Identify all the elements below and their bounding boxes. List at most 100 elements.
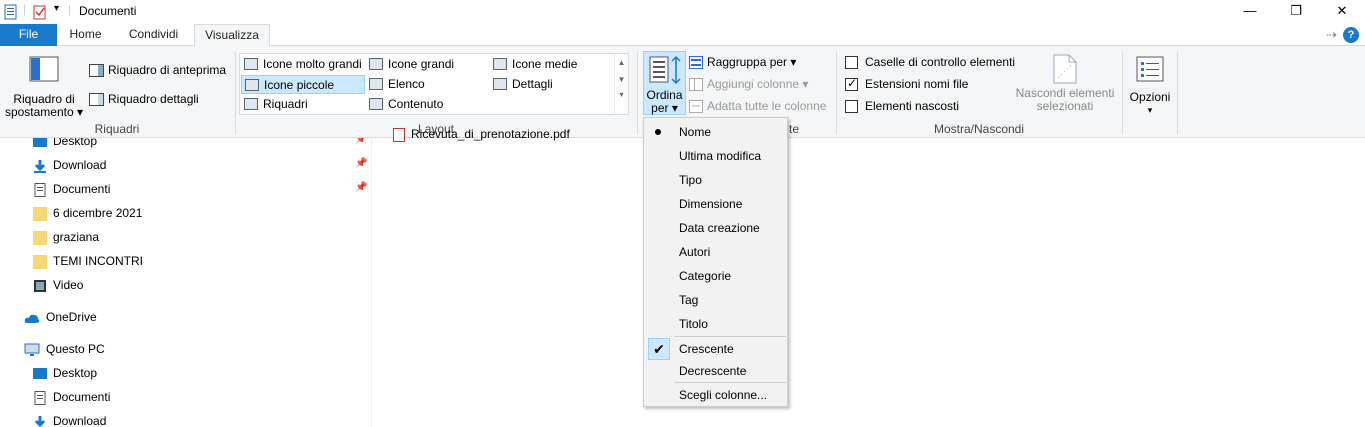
layout-small-icons[interactable]: Icone piccole <box>241 75 365 94</box>
ribbon-tabs: File Home Condividi Visualizza ⇢ ? <box>0 24 1365 47</box>
group-by-label: Raggruppa per ▾ <box>707 55 797 69</box>
nav-item-pc-download[interactable]: Download <box>33 411 106 427</box>
preview-pane-button[interactable]: Riquadro di anteprima <box>89 63 226 78</box>
nav-item-label: Desktop <box>53 138 98 148</box>
close-button[interactable]: ✕ <box>1319 0 1365 24</box>
layout-item-label: Dettagli <box>512 77 553 91</box>
hidden-items-toggle[interactable]: Elementi nascosti <box>845 99 960 114</box>
choose-columns[interactable]: Scegli colonne... <box>644 383 787 407</box>
nav-item-questo-pc[interactable]: Questo PC <box>24 339 105 359</box>
nav-item-pc-desktop[interactable]: Desktop <box>33 363 97 383</box>
details-pane-label: Riquadro dettagli <box>108 92 199 106</box>
navigation-pane-button[interactable]: Riquadro di spostamento ▾ <box>4 56 84 119</box>
sort-option-tipo[interactable]: Tipo <box>644 168 787 192</box>
folder-icon <box>33 254 47 269</box>
sort-option-ultima-modifica[interactable]: Ultima modifica <box>644 144 787 168</box>
gallery-expand-icon[interactable]: ▾ <box>615 90 628 99</box>
hidden-items-label: Elementi nascosti <box>865 99 960 113</box>
group-divider <box>1122 52 1123 134</box>
tab-file[interactable]: File <box>0 24 57 46</box>
pin-ribbon-icon[interactable]: ⇢ <box>1326 27 1337 43</box>
minimize-button[interactable]: — <box>1227 0 1273 24</box>
item-checkboxes-toggle[interactable]: Caselle di controllo elementi <box>845 55 1015 70</box>
tab-condividi[interactable]: Condividi <box>116 24 191 46</box>
options-icon <box>1136 56 1164 82</box>
sort-option-dimensione[interactable]: Dimensione <box>644 192 787 216</box>
add-columns-button[interactable]: Aggiungi colonne ▾ <box>689 77 809 92</box>
sort-option-categorie[interactable]: Categorie <box>644 264 787 288</box>
layout-large-icons[interactable]: Icone grandi <box>366 55 488 74</box>
computer-icon <box>24 343 40 356</box>
hidden-items-checkbox[interactable] <box>845 100 858 114</box>
sort-by-menu: Nome Ultima modifica Tipo Dimensione Dat… <box>643 117 788 407</box>
folder-icon <box>33 206 47 221</box>
size-columns-button[interactable]: Adatta tutte le colonne <box>689 99 826 114</box>
gallery-scroll[interactable]: ▲ ▼ ▾ <box>614 54 628 114</box>
item-checkboxes-checkbox[interactable] <box>845 56 858 70</box>
options-label: Opzioni <box>1129 90 1171 104</box>
file-list-item[interactable]: Ricevuta_di_prenotazione.pdf <box>393 127 570 147</box>
file-extensions-checkbox[interactable] <box>845 76 858 92</box>
group-label-riquadri: Riquadri <box>94 122 140 136</box>
menu-item-label: Categorie <box>679 269 732 283</box>
menu-item-label: Titolo <box>679 317 708 331</box>
sort-option-autori[interactable]: Autori <box>644 240 787 264</box>
layout-tiles[interactable]: Riquadri <box>241 95 365 114</box>
nav-item-documenti[interactable]: Documenti <box>33 179 110 199</box>
pin-icon[interactable]: 📌 <box>355 158 367 169</box>
customize-toolbar-chevron-icon[interactable]: ▾ <box>54 3 59 14</box>
file-extensions-toggle[interactable]: Estensioni nomi file <box>845 76 968 92</box>
menu-item-label: Decrescente <box>679 364 747 378</box>
nav-item-pc-documenti[interactable]: Documenti <box>33 387 110 407</box>
layout-item-label: Icone piccole <box>264 78 335 92</box>
sort-by-button[interactable]: Ordina per ▾ <box>643 51 686 115</box>
hide-selected-items-button[interactable]: Nascondi elementi selezionati <box>1010 54 1120 113</box>
layout-details[interactable]: Dettagli <box>490 75 612 94</box>
sort-descending[interactable]: Decrescente <box>644 359 787 383</box>
layout-list[interactable]: Elenco <box>366 75 488 94</box>
help-icon[interactable]: ? <box>1343 27 1359 43</box>
tab-visualizza[interactable]: Visualizza <box>194 24 270 47</box>
layout-item-label: Riquadri <box>263 97 308 111</box>
window-title: Documenti <box>79 4 137 18</box>
properties-icon[interactable] <box>33 4 47 23</box>
sort-option-data-creazione[interactable]: Data creazione <box>644 216 787 240</box>
layout-item-label: Elenco <box>388 77 425 91</box>
toolbar-divider: | <box>68 2 72 16</box>
documents-icon <box>34 390 46 405</box>
add-columns-label: Aggiungi colonne ▾ <box>707 77 809 91</box>
tab-home[interactable]: Home <box>58 24 113 46</box>
group-divider <box>1177 52 1178 134</box>
options-button[interactable]: Opzioni ▾ <box>1126 56 1174 117</box>
nav-item-label: TEMI INCONTRI <box>53 254 143 268</box>
scroll-up-icon[interactable]: ▲ <box>615 58 628 67</box>
nav-item-video[interactable]: Video <box>33 275 83 295</box>
layout-medium-icons[interactable]: Icone medie <box>490 55 612 74</box>
nav-item-onedrive[interactable]: OneDrive <box>24 307 97 327</box>
pin-icon[interactable]: 📌 <box>355 182 367 193</box>
pdf-file-icon <box>393 127 405 142</box>
layout-item-label: Icone molto grandi <box>263 57 362 71</box>
sort-option-titolo[interactable]: Titolo <box>644 312 787 336</box>
nav-item-6-dicembre[interactable]: 6 dicembre 2021 <box>33 203 142 223</box>
details-pane-button[interactable]: Riquadro dettagli <box>89 92 199 107</box>
group-by-button[interactable]: Raggruppa per ▾ <box>689 55 797 70</box>
layout-extra-large-icons[interactable]: Icone molto grandi <box>241 55 365 74</box>
menu-item-label: Nome <box>679 125 712 139</box>
nav-item-desktop[interactable]: Desktop <box>33 138 97 151</box>
sort-option-nome[interactable]: Nome <box>644 120 787 144</box>
file-explorer-icon[interactable] <box>4 4 18 23</box>
nav-item-graziana[interactable]: graziana <box>33 227 99 247</box>
layout-content[interactable]: Contenuto <box>366 95 488 114</box>
documents-icon <box>34 182 46 197</box>
maximize-button[interactable]: ❐ <box>1273 0 1319 24</box>
pin-icon[interactable]: 📌 <box>355 138 367 145</box>
sort-by-label-2: per ▾ <box>651 101 678 115</box>
layout-item-label: Icone medie <box>512 57 578 71</box>
navigation-pane-label-2: spostamento ▾ <box>4 105 84 119</box>
nav-item-download[interactable]: Download <box>33 155 106 175</box>
sort-option-tag[interactable]: Tag <box>644 288 787 312</box>
sort-ascending[interactable]: Crescente <box>644 337 787 361</box>
nav-item-temi-incontri[interactable]: TEMI INCONTRI <box>33 251 143 271</box>
scroll-down-icon[interactable]: ▼ <box>615 75 628 84</box>
